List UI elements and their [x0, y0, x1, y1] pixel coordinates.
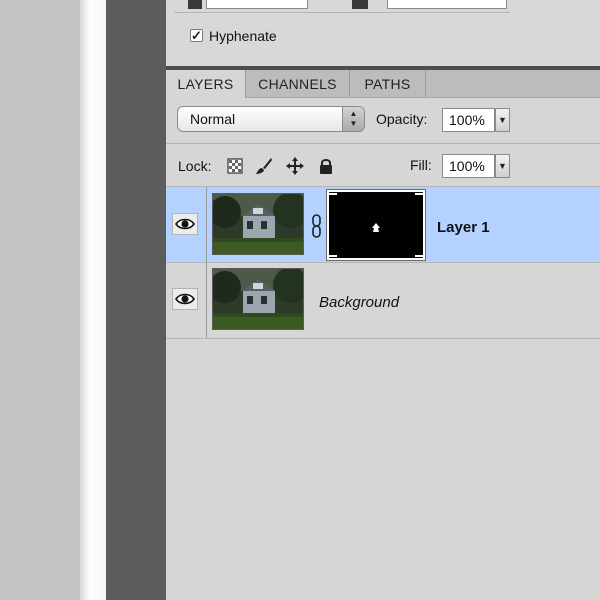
divider	[206, 187, 207, 339]
tab-channels[interactable]: CHANNELS	[246, 70, 350, 98]
updown-arrows-icon: ▲ ▼	[342, 107, 364, 131]
lock-position-move-icon[interactable]	[286, 157, 304, 175]
layer-row-background[interactable]: Background	[166, 263, 600, 338]
hyphenate-checkbox[interactable]: ✓	[190, 29, 203, 42]
paragraph-control-stub	[188, 0, 202, 9]
paragraph-field-stub[interactable]	[387, 0, 507, 9]
lock-label: Lock:	[178, 158, 212, 174]
layers-panel: ✓ Hyphenate LAYERS CHANNELS PATHS Normal…	[166, 0, 600, 600]
hyphenate-label: Hyphenate	[209, 28, 277, 44]
dock-gutter	[106, 0, 166, 600]
opacity-label: Opacity:	[376, 111, 428, 127]
layer-thumbnail	[212, 268, 304, 330]
divider	[166, 338, 600, 339]
paragraph-control-stub	[352, 0, 368, 9]
layer-thumbnail	[212, 193, 304, 255]
divider	[166, 143, 600, 144]
opacity-dropdown-button[interactable]: ▼	[495, 108, 510, 132]
visibility-eye-icon[interactable]	[172, 288, 198, 310]
paragraph-panel: ✓ Hyphenate	[166, 0, 600, 68]
canvas-edge	[80, 0, 106, 600]
panel-tab-bar: LAYERS CHANNELS PATHS	[166, 70, 600, 98]
layer-name-background[interactable]: Background	[319, 294, 399, 311]
canvas-gutter	[0, 0, 80, 600]
layer-name-layer-1[interactable]: Layer 1	[437, 219, 490, 236]
mask-link-chain-icon[interactable]	[311, 214, 322, 238]
divider	[246, 97, 600, 98]
fill-label: Fill:	[410, 157, 432, 173]
tab-layers[interactable]: LAYERS	[166, 70, 246, 98]
lock-pixels-brush-icon[interactable]	[255, 157, 273, 175]
visibility-eye-icon[interactable]	[172, 213, 198, 235]
blend-mode-value: Normal	[190, 111, 236, 127]
opacity-input[interactable]: 100%	[442, 108, 495, 132]
lock-all-padlock-icon[interactable]	[317, 157, 335, 175]
fill-dropdown-button[interactable]: ▼	[495, 154, 510, 178]
divider	[174, 12, 510, 13]
paragraph-field-stub[interactable]	[206, 0, 308, 9]
layer-mask-thumbnail[interactable]	[326, 189, 426, 261]
tab-paths[interactable]: PATHS	[350, 70, 426, 98]
fill-input[interactable]: 100%	[442, 154, 495, 178]
blend-mode-select[interactable]: Normal ▲ ▼	[177, 106, 365, 132]
lock-transparency-icon[interactable]	[226, 157, 244, 175]
